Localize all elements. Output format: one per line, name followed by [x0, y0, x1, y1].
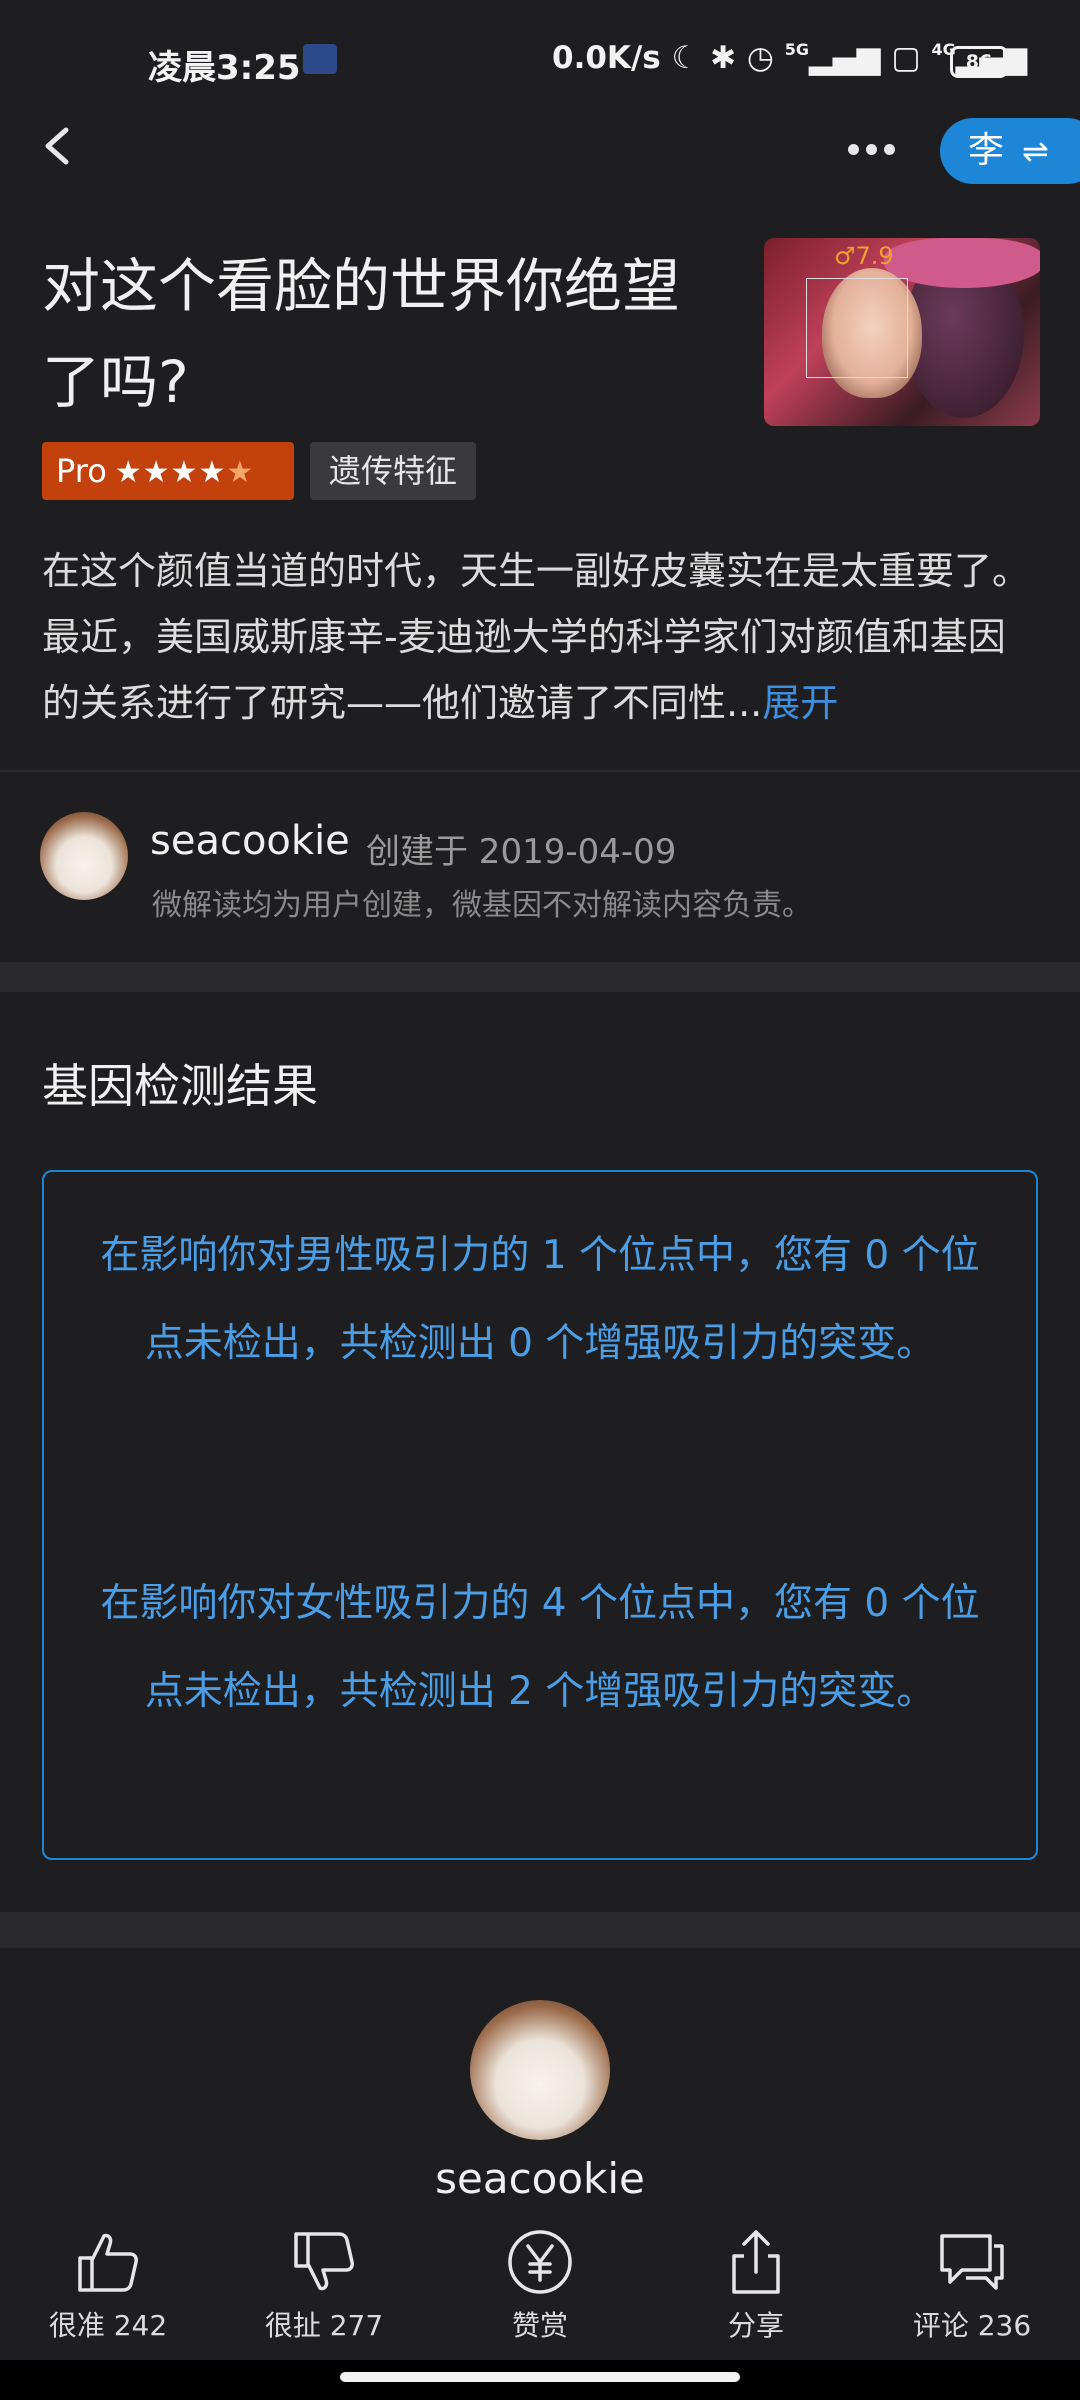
article-thumbnail: ♂7.9	[764, 238, 1040, 426]
divider	[0, 770, 1080, 772]
pro-rating-tag: Pro ★★★★★	[42, 442, 294, 500]
rating-stars-icon: ★★★★★	[114, 455, 255, 490]
switch-profile-button[interactable]: 李 ⇌	[940, 118, 1080, 184]
signal-icon: ▂▄▆	[809, 40, 881, 76]
result-paragraph-female: 在影响你对女性吸引力的 4 个位点中，您有 0 个位点未检出，共检测出 2 个增…	[100, 1581, 980, 1714]
comment-button[interactable]: 评论 236	[882, 2228, 1062, 2344]
author-avatar[interactable]	[40, 812, 128, 900]
result-paragraph-male: 在影响你对男性吸引力的 1 个位点中，您有 0 个位点未检出，共检测出 0 个增…	[100, 1233, 980, 1366]
comment-label: 评论 236	[912, 2309, 1032, 2342]
share-label: 分享	[727, 2309, 784, 2342]
comment-icon	[940, 2234, 1004, 2290]
author-name[interactable]: seacookie	[150, 818, 350, 864]
thumbs-up-icon	[78, 2233, 138, 2292]
reward-button[interactable]: 赞赏	[450, 2228, 630, 2344]
signal-5g-label: 5G	[784, 40, 810, 59]
disclaimer-text: 微解读均为用户创建，微基因不对解读内容负责。	[152, 888, 812, 923]
thumbnail-score: ♂7.9	[834, 242, 894, 270]
swap-arrows-icon: ⇌	[1022, 132, 1049, 170]
thumbs-down-icon	[294, 2232, 354, 2291]
expand-link[interactable]: 展开	[762, 681, 838, 725]
section-divider	[0, 962, 1080, 992]
status-time: 凌晨3:25	[148, 48, 301, 88]
category-tag[interactable]: 遗传特征	[310, 442, 476, 500]
volte-icon: ▢	[891, 40, 921, 76]
alarm-icon: ◷	[746, 40, 774, 76]
network-speed: 0.0K/s	[552, 40, 661, 76]
reward-label: 赞赏	[511, 2309, 568, 2342]
yen-icon	[508, 2230, 572, 2294]
profile-avatar[interactable]	[470, 2000, 610, 2140]
results-section-title: 基因检测结果	[42, 1059, 318, 1113]
dislike-button[interactable]: 很扯 277	[234, 2228, 414, 2344]
pro-label: Pro	[56, 452, 107, 490]
bluetooth-icon: ✱	[710, 40, 737, 76]
article-description: 在这个颜值当道的时代，天生一副好皮囊实在是太重要了。最近，美国威斯康辛-麦迪逊大…	[42, 538, 1042, 736]
description-text: 在这个颜值当道的时代，天生一副好皮囊实在是太重要了。最近，美国威斯康辛-麦迪逊大…	[42, 549, 1031, 725]
created-date: 创建于 2019-04-09	[366, 832, 677, 872]
home-indicator[interactable]	[340, 2372, 740, 2382]
app-notification-icon	[303, 44, 337, 74]
face-detection-box	[806, 278, 908, 378]
back-arrow-icon[interactable]	[38, 126, 78, 166]
dislike-label: 很扯 277	[264, 2309, 384, 2342]
share-button[interactable]: 分享	[666, 2228, 846, 2344]
like-button[interactable]: 很准 242	[18, 2228, 198, 2344]
section-divider-2	[0, 1912, 1080, 1948]
switch-profile-label: 李	[968, 130, 1005, 171]
profile-name[interactable]: seacookie	[0, 2154, 1080, 2203]
article-title: 对这个看脸的世界你绝望了吗?	[42, 252, 681, 416]
share-icon	[732, 2230, 780, 2294]
like-label: 很准 242	[48, 2309, 168, 2342]
battery-icon: 86	[950, 46, 1008, 78]
more-options-icon[interactable]	[848, 140, 904, 160]
moon-icon: ☾	[671, 40, 700, 76]
